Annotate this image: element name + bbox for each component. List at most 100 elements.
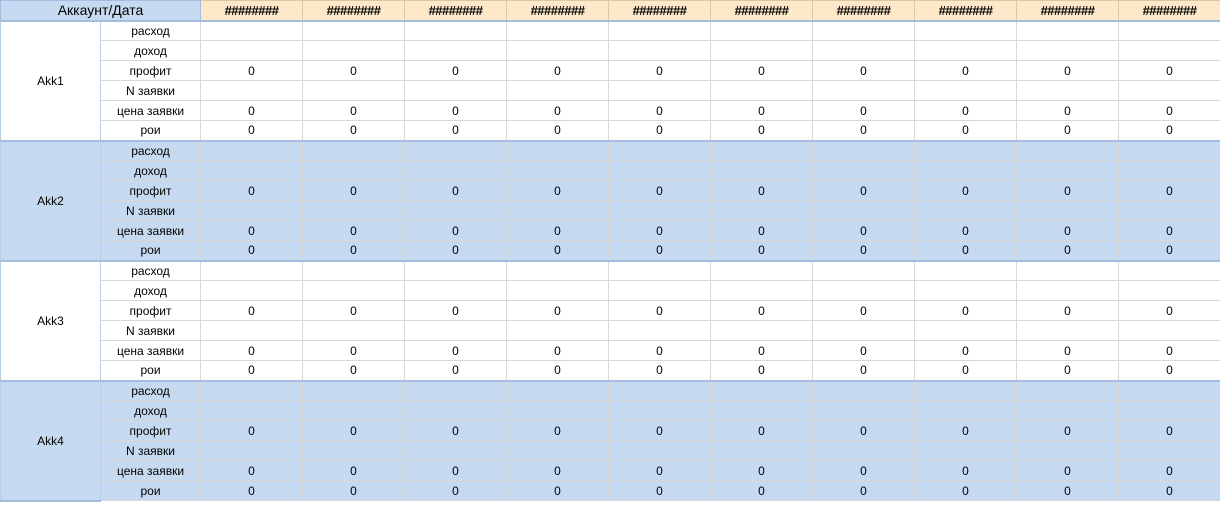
- data-cell[interactable]: [813, 81, 915, 101]
- data-cell[interactable]: [609, 201, 711, 221]
- data-cell[interactable]: [303, 21, 405, 41]
- data-cell[interactable]: [201, 161, 303, 181]
- data-cell[interactable]: 0: [1017, 121, 1119, 141]
- data-cell[interactable]: 0: [507, 361, 609, 381]
- metric-label-cell[interactable]: профит: [101, 181, 201, 201]
- data-cell[interactable]: [507, 41, 609, 61]
- data-cell[interactable]: 0: [507, 301, 609, 321]
- data-cell[interactable]: 0: [1119, 421, 1220, 441]
- data-cell[interactable]: 0: [1119, 461, 1220, 481]
- data-cell[interactable]: 0: [609, 301, 711, 321]
- data-cell[interactable]: [1119, 261, 1220, 281]
- data-cell[interactable]: [507, 261, 609, 281]
- data-cell[interactable]: [1017, 381, 1119, 401]
- data-cell[interactable]: [915, 21, 1017, 41]
- data-cell[interactable]: [711, 401, 813, 421]
- data-cell[interactable]: 0: [711, 461, 813, 481]
- metric-label-cell[interactable]: рои: [101, 241, 201, 261]
- data-cell[interactable]: 0: [1119, 61, 1220, 81]
- data-cell[interactable]: 0: [303, 121, 405, 141]
- data-cell[interactable]: 0: [201, 121, 303, 141]
- data-cell[interactable]: [915, 81, 1017, 101]
- data-cell[interactable]: 0: [303, 221, 405, 241]
- data-cell[interactable]: [201, 281, 303, 301]
- data-cell[interactable]: [303, 141, 405, 161]
- data-cell[interactable]: [405, 381, 507, 401]
- data-cell[interactable]: 0: [1119, 301, 1220, 321]
- data-cell[interactable]: 0: [915, 241, 1017, 261]
- data-cell[interactable]: [813, 201, 915, 221]
- data-cell[interactable]: 0: [1119, 121, 1220, 141]
- data-cell[interactable]: 0: [915, 301, 1017, 321]
- data-cell[interactable]: [813, 381, 915, 401]
- data-cell[interactable]: 0: [711, 341, 813, 361]
- data-cell[interactable]: [405, 141, 507, 161]
- data-cell[interactable]: 0: [405, 461, 507, 481]
- data-cell[interactable]: [303, 261, 405, 281]
- data-cell[interactable]: 0: [405, 341, 507, 361]
- data-cell[interactable]: [405, 41, 507, 61]
- header-date-col[interactable]: ########: [201, 1, 303, 21]
- data-cell[interactable]: [1017, 261, 1119, 281]
- data-cell[interactable]: 0: [813, 341, 915, 361]
- data-cell[interactable]: [1017, 81, 1119, 101]
- data-cell[interactable]: 0: [915, 361, 1017, 381]
- data-cell[interactable]: 0: [813, 241, 915, 261]
- data-cell[interactable]: [201, 141, 303, 161]
- data-cell[interactable]: [813, 141, 915, 161]
- data-cell[interactable]: 0: [1119, 241, 1220, 261]
- data-cell[interactable]: [609, 381, 711, 401]
- data-cell[interactable]: 0: [1119, 341, 1220, 361]
- data-cell[interactable]: [507, 201, 609, 221]
- metric-label-cell[interactable]: расход: [101, 381, 201, 401]
- data-cell[interactable]: [1119, 381, 1220, 401]
- data-cell[interactable]: 0: [405, 221, 507, 241]
- metric-label-cell[interactable]: расход: [101, 261, 201, 281]
- header-date-col[interactable]: ########: [303, 1, 405, 21]
- data-cell[interactable]: 0: [1017, 61, 1119, 81]
- data-cell[interactable]: 0: [915, 421, 1017, 441]
- data-cell[interactable]: [405, 401, 507, 421]
- data-cell[interactable]: [1119, 41, 1220, 61]
- data-cell[interactable]: 0: [405, 101, 507, 121]
- data-cell[interactable]: 0: [711, 101, 813, 121]
- data-cell[interactable]: [303, 201, 405, 221]
- data-cell[interactable]: [711, 201, 813, 221]
- metric-label-cell[interactable]: профит: [101, 61, 201, 81]
- data-cell[interactable]: 0: [405, 181, 507, 201]
- data-cell[interactable]: [609, 141, 711, 161]
- data-cell[interactable]: 0: [405, 121, 507, 141]
- data-cell[interactable]: 0: [1017, 301, 1119, 321]
- data-cell[interactable]: [1017, 401, 1119, 421]
- data-cell[interactable]: 0: [813, 361, 915, 381]
- data-cell[interactable]: [405, 281, 507, 301]
- data-cell[interactable]: [711, 161, 813, 181]
- data-cell[interactable]: [915, 161, 1017, 181]
- data-cell[interactable]: [201, 441, 303, 461]
- data-cell[interactable]: 0: [915, 101, 1017, 121]
- data-cell[interactable]: [711, 381, 813, 401]
- data-cell[interactable]: [1119, 21, 1220, 41]
- data-cell[interactable]: [201, 401, 303, 421]
- data-cell[interactable]: 0: [813, 221, 915, 241]
- data-cell[interactable]: 0: [609, 181, 711, 201]
- data-cell[interactable]: 0: [609, 61, 711, 81]
- metric-label-cell[interactable]: цена заявки: [101, 221, 201, 241]
- data-cell[interactable]: [813, 161, 915, 181]
- data-cell[interactable]: 0: [405, 301, 507, 321]
- account-name-cell[interactable]: Akk3: [1, 261, 101, 381]
- data-cell[interactable]: 0: [303, 421, 405, 441]
- data-cell[interactable]: 0: [405, 361, 507, 381]
- header-date-col[interactable]: ########: [609, 1, 711, 21]
- account-name-cell[interactable]: Akk2: [1, 141, 101, 261]
- data-cell[interactable]: 0: [711, 361, 813, 381]
- data-cell[interactable]: [1017, 441, 1119, 461]
- data-cell[interactable]: [507, 161, 609, 181]
- data-cell[interactable]: 0: [609, 361, 711, 381]
- data-cell[interactable]: 0: [201, 301, 303, 321]
- metric-label-cell[interactable]: доход: [101, 401, 201, 421]
- data-cell[interactable]: 0: [1017, 341, 1119, 361]
- data-cell[interactable]: [405, 81, 507, 101]
- data-cell[interactable]: [201, 201, 303, 221]
- data-cell[interactable]: 0: [711, 181, 813, 201]
